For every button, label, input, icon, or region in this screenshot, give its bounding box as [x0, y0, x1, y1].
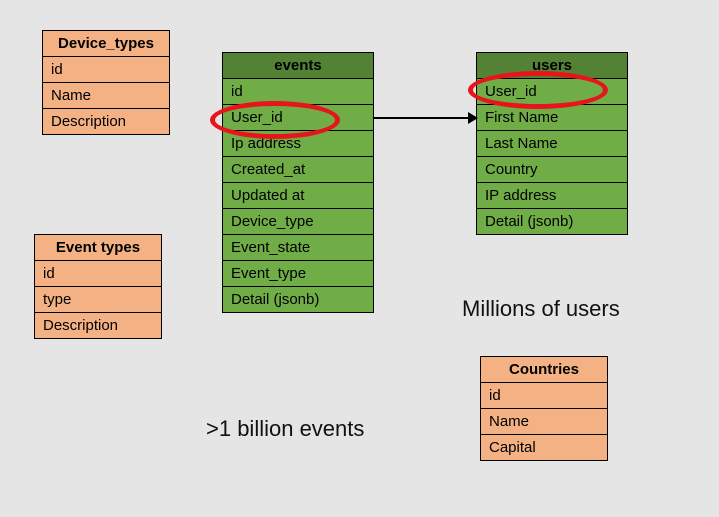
table-device-types: Device_types id Name Description: [42, 30, 170, 135]
caption-events: >1 billion events: [206, 416, 364, 442]
column: type: [35, 287, 161, 313]
table-countries: Countries id Name Capital: [480, 356, 608, 461]
column: Updated at: [223, 183, 373, 209]
table-header: users: [477, 53, 627, 79]
column: id: [223, 79, 373, 105]
column: Detail (jsonb): [477, 209, 627, 234]
column: id: [35, 261, 161, 287]
column: Ip address: [223, 131, 373, 157]
table-header: Countries: [481, 357, 607, 383]
column: Created_at: [223, 157, 373, 183]
table-users: users User_id First Name Last Name Count…: [476, 52, 628, 235]
column: User_id: [223, 105, 373, 131]
table-events: events id User_id Ip address Created_at …: [222, 52, 374, 313]
column: User_id: [477, 79, 627, 105]
column: Name: [43, 83, 169, 109]
column: First Name: [477, 105, 627, 131]
table-event-types: Event types id type Description: [34, 234, 162, 339]
relation-arrow-events-to-users: [374, 108, 478, 128]
table-header: events: [223, 53, 373, 79]
column: Event_state: [223, 235, 373, 261]
column: Capital: [481, 435, 607, 460]
column: Name: [481, 409, 607, 435]
column: Detail (jsonb): [223, 287, 373, 312]
table-header: Device_types: [43, 31, 169, 57]
column: id: [43, 57, 169, 83]
column: Description: [35, 313, 161, 338]
column: Event_type: [223, 261, 373, 287]
column: id: [481, 383, 607, 409]
column: Description: [43, 109, 169, 134]
column: Country: [477, 157, 627, 183]
table-header: Event types: [35, 235, 161, 261]
caption-users: Millions of users: [462, 296, 620, 322]
column: Device_type: [223, 209, 373, 235]
column: Last Name: [477, 131, 627, 157]
column: IP address: [477, 183, 627, 209]
